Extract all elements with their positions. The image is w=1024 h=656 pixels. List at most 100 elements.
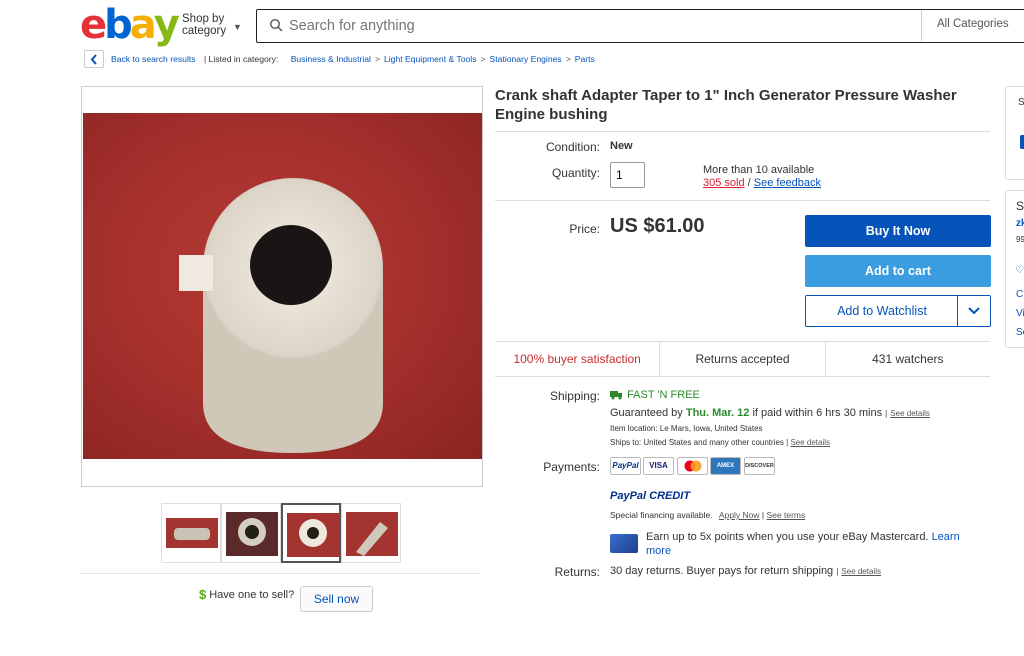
guaranteed-prefix: Guaranteed by <box>610 407 686 419</box>
condition-value: New <box>610 140 633 152</box>
see-terms-link[interactable]: See terms <box>767 510 806 520</box>
chevron-down-icon: ▼ <box>233 22 242 32</box>
main-image-frame[interactable] <box>81 86 483 487</box>
seller-name[interactable]: zk <box>1016 218 1024 229</box>
sold-separator: / <box>744 177 754 189</box>
panel-letter: S <box>1018 97 1024 108</box>
payments-label: Payments: <box>543 460 600 474</box>
thumbnail[interactable] <box>161 503 221 563</box>
dollar-icon: $ <box>199 587 207 602</box>
returns-text: 30 day returns. Buyer pays for return sh… <box>610 565 834 577</box>
panel-link[interactable]: C <box>1016 289 1023 300</box>
ships-to: Ships to: United States and many other c… <box>610 438 831 447</box>
ebay-logo[interactable]: e b a y <box>80 2 180 48</box>
financing-text: Special financing available. <box>610 510 713 520</box>
heart-icon[interactable]: ♡ <box>1015 265 1024 276</box>
fast-n-free-badge: FAST 'N FREE <box>627 389 700 401</box>
guaranteed-suffix: if paid within 6 hrs 30 mins <box>749 407 883 419</box>
back-button[interactable] <box>84 50 104 68</box>
product-photo <box>83 113 482 459</box>
add-to-cart-button[interactable]: Add to cart <box>805 255 991 287</box>
shop-by-category[interactable]: Shop by category ▼ <box>182 13 244 37</box>
shipping-label: Shipping: <box>549 389 600 403</box>
watchlist-label: Add to Watchlist <box>837 304 927 318</box>
breadcrumb-item-stationary-engines[interactable]: Stationary Engines <box>490 54 562 64</box>
have-one-to-sell-text: Have one to sell? <box>209 588 295 601</box>
returns-accepted: Returns accepted <box>659 342 824 376</box>
divider <box>495 131 990 132</box>
search-bar[interactable]: All Categories <box>256 9 1024 43</box>
returns-policy: 30 day returns. Buyer pays for return sh… <box>610 565 881 577</box>
panel-letter: S <box>1016 199 1024 213</box>
item-location: Item location: Le Mars, Iowa, United Sta… <box>610 424 763 433</box>
logo-letter-e: e <box>80 2 107 48</box>
panel-link[interactable]: Se <box>1016 327 1024 338</box>
quantity-input[interactable] <box>610 162 645 188</box>
search-input[interactable] <box>289 15 889 37</box>
chevron-left-icon <box>90 54 97 65</box>
guaranteed-date: Thu. Mar. 12 <box>685 407 750 419</box>
special-financing: Special financing available. Apply Now |… <box>610 510 806 520</box>
see-details-link[interactable]: See details <box>790 438 830 447</box>
see-details-link[interactable]: See details <box>890 409 930 418</box>
fast-n-free: FAST 'N FREE <box>610 389 700 401</box>
chevron-down-icon[interactable] <box>968 307 980 315</box>
logo-letter-y: y <box>153 2 180 48</box>
divider <box>81 573 479 574</box>
price-label: Price: <box>569 222 600 236</box>
seller-panel-top: S <box>1005 86 1024 180</box>
buy-it-now-button[interactable]: Buy It Now <box>805 215 991 247</box>
item-title: Crank shaft Adapter Taper to 1" Inch Gen… <box>495 87 957 123</box>
condition-label: Condition: <box>545 140 600 154</box>
watchlist-divider <box>957 296 958 326</box>
thumbnail[interactable] <box>221 503 281 563</box>
paypal-icon: PayPal <box>610 457 641 475</box>
seller-score: 99 <box>1016 235 1024 244</box>
truck-icon <box>610 391 622 400</box>
logo-letter-a: a <box>129 2 157 48</box>
category-select[interactable]: All Categories <box>937 18 1009 30</box>
shop-by-category-label: Shop by category <box>182 13 227 37</box>
apply-now-link[interactable]: Apply Now <box>719 510 760 520</box>
watchers-count: 431 watchers <box>824 342 990 376</box>
logo-letter-b: b <box>104 2 133 48</box>
add-to-watchlist-button[interactable]: Add to Watchlist <box>805 295 991 327</box>
item-location-label: Item location: <box>610 424 658 433</box>
availability: More than 10 available 305 sold / See fe… <box>703 164 821 190</box>
returns-see-details-link[interactable]: See details <box>841 567 881 576</box>
returns-label: Returns: <box>554 565 600 579</box>
panel-button[interactable] <box>1020 135 1024 149</box>
search-icon <box>269 18 283 32</box>
mastercard-offer-text: Earn up to 5x points when you use your e… <box>646 531 929 543</box>
panel-link[interactable]: Vi <box>1016 308 1024 319</box>
thumbnail[interactable] <box>341 503 401 563</box>
thumbnail-selected[interactable] <box>281 503 341 563</box>
buyer-satisfaction: 100% buyer satisfaction <box>513 352 641 366</box>
sold-link[interactable]: 305 sold <box>703 177 745 189</box>
ebay-mastercard-icon <box>610 534 638 553</box>
mastercard-icon <box>677 457 708 475</box>
amex-icon: AMEX <box>710 457 741 475</box>
available-text: More than 10 available <box>703 164 815 176</box>
guaranteed-delivery: Guaranteed by Thu. Mar. 12 if paid withi… <box>610 407 930 419</box>
visa-icon: VISA <box>643 457 674 475</box>
ships-to-label: Ships to: <box>610 438 642 447</box>
item-location-value: Le Mars, Iowa, United States <box>659 424 763 433</box>
sell-now-button[interactable]: Sell now <box>300 586 373 612</box>
breadcrumb-item-parts[interactable]: Parts <box>575 54 595 64</box>
search-divider <box>921 10 922 41</box>
breadcrumb-item-business[interactable]: Business & Industrial <box>291 54 371 64</box>
breadcrumb-item-light-equipment[interactable]: Light Equipment & Tools <box>384 54 477 64</box>
ships-to-value: United States and many other countries <box>643 438 784 447</box>
back-to-search-link[interactable]: Back to search results <box>111 54 196 64</box>
breadcrumb-separator: > <box>480 54 486 64</box>
paypal-credit-logo: PayPal CREDIT <box>610 490 691 502</box>
breadcrumb-separator: > <box>565 54 571 64</box>
stats-bar: 100% buyer satisfaction Returns accepted… <box>495 341 990 377</box>
mastercard-offer: Earn up to 5x points when you use your e… <box>646 530 976 558</box>
price-value: US $61.00 <box>610 215 705 237</box>
divider <box>495 200 990 201</box>
see-feedback-link[interactable]: See feedback <box>754 177 821 189</box>
discover-icon: DISCOVER <box>744 457 775 475</box>
thumbnail-strip <box>161 503 401 564</box>
